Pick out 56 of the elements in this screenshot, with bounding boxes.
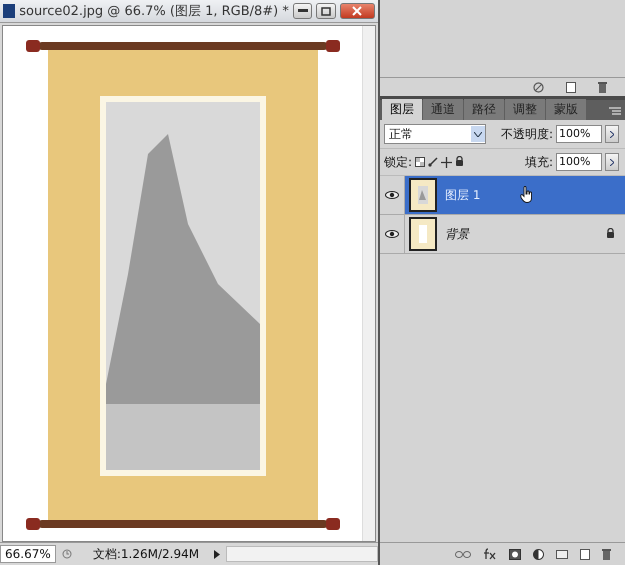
trash-icon[interactable] — [602, 548, 611, 560]
lock-icon[interactable] — [455, 155, 464, 169]
blend-mode-dropdown[interactable]: 正常 — [384, 124, 486, 144]
layer-row[interactable]: 背景 — [405, 215, 625, 253]
window-title: source02.jpg @ 66.7% (图层 1, RGB/8#) * — [19, 3, 289, 20]
panel-tab[interactable]: 通道 — [423, 99, 463, 120]
fill-field[interactable]: 100% — [556, 153, 602, 171]
new-layer-icon[interactable] — [580, 548, 590, 560]
close-button[interactable] — [340, 3, 375, 19]
panel-tab[interactable]: 路径 — [464, 99, 504, 120]
hand-cursor-icon — [520, 186, 534, 203]
zoom-level[interactable]: 66.67% — [0, 545, 56, 563]
close-icon — [352, 6, 362, 16]
clock-icon — [62, 549, 72, 559]
half-circle-icon[interactable] — [533, 548, 544, 560]
checker-icon[interactable] — [415, 157, 426, 167]
panel-tab[interactable]: 调整 — [505, 99, 545, 120]
minimize-icon — [298, 9, 308, 13]
chevron-icon — [610, 130, 614, 138]
fx-icon[interactable] — [483, 548, 497, 560]
vertical-scrollbar[interactable] — [362, 26, 375, 541]
horizontal-scrollbar[interactable] — [226, 546, 378, 562]
document-size: 文档:1.26M/2.94M — [92, 546, 200, 562]
trash-icon[interactable] — [598, 82, 607, 92]
app-logo-icon — [3, 4, 16, 18]
fill-label: 填充: — [524, 154, 553, 170]
opacity-label: 不透明度: — [500, 126, 553, 142]
folder-icon[interactable] — [556, 549, 568, 559]
maximize-icon — [321, 6, 332, 16]
minimize-button[interactable] — [292, 3, 312, 19]
panel-tab[interactable]: 蒙版 — [546, 99, 586, 120]
no-sign-icon[interactable] — [533, 82, 544, 92]
chevron-icon — [610, 158, 614, 166]
layer-thumbnail — [409, 217, 437, 251]
move-icon[interactable] — [441, 156, 452, 168]
menu-icon[interactable] — [609, 107, 621, 115]
opacity-field[interactable]: 100% — [556, 125, 602, 143]
eye-icon[interactable] — [385, 191, 399, 199]
fill-arrow-button[interactable] — [605, 153, 619, 171]
layer-name: 背景 — [445, 226, 469, 242]
panel-tab[interactable]: 图层 — [382, 99, 422, 120]
layer-row[interactable]: 图层 1 — [405, 176, 625, 214]
layer-thumbnail — [409, 178, 437, 212]
link-icon[interactable] — [455, 550, 471, 558]
opacity-arrow-button[interactable] — [605, 125, 619, 143]
maximize-button[interactable] — [316, 3, 336, 19]
play-icon[interactable] — [214, 550, 220, 558]
mask-icon[interactable] — [509, 548, 521, 560]
caret-icon — [474, 132, 482, 136]
lock-glyph-icon — [455, 156, 464, 166]
brush-icon[interactable] — [428, 157, 438, 167]
layer-name: 图层 1 — [445, 186, 480, 204]
lock-icon — [606, 228, 614, 238]
new-item-icon[interactable] — [566, 82, 576, 92]
eye-icon[interactable] — [385, 230, 399, 238]
lock-label: 锁定: — [384, 154, 412, 170]
